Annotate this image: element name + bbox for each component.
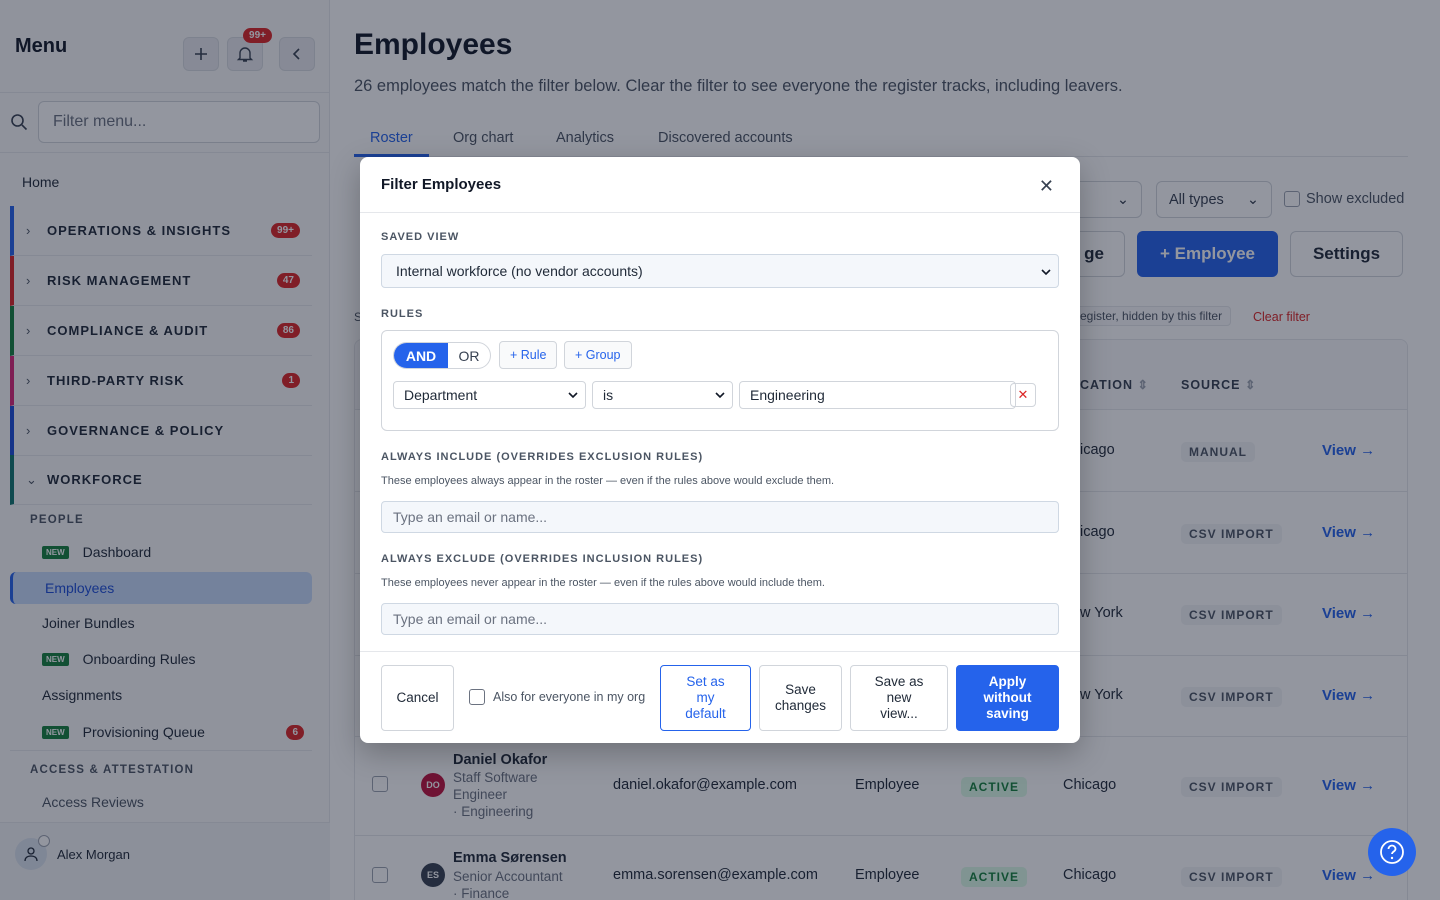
close-icon[interactable]: ✕ bbox=[1039, 177, 1054, 195]
filter-employees-dialog: Filter Employees ✕ SAVED VIEW Internal w… bbox=[360, 157, 1080, 743]
always-exclude-help: These employees never appear in the rost… bbox=[381, 577, 825, 589]
also-for-everyone-label: Also for everyone in my org bbox=[493, 690, 646, 704]
rule-operator-value: is bbox=[603, 387, 614, 403]
apply-without-saving-button[interactable]: Apply without saving bbox=[956, 665, 1059, 731]
cancel-button[interactable]: Cancel bbox=[381, 665, 454, 731]
also-for-everyone-checkbox[interactable] bbox=[469, 689, 485, 705]
saved-view-label: SAVED VIEW bbox=[381, 231, 460, 243]
rule-field-value: Department bbox=[404, 387, 478, 403]
and-option[interactable]: AND bbox=[394, 343, 448, 368]
button-label-line: Set as bbox=[686, 674, 725, 689]
button-label-line: view... bbox=[880, 706, 918, 721]
rules-group: AND OR + Rule + Group Department is Engi… bbox=[381, 330, 1059, 431]
save-as-new-view-button[interactable]: Save as new view... bbox=[850, 665, 948, 731]
button-label-line: Apply bbox=[988, 674, 1027, 689]
save-changes-button[interactable]: Save changes bbox=[759, 665, 842, 731]
chevron-down-icon bbox=[715, 392, 725, 399]
rule-field-select[interactable]: Department bbox=[393, 381, 586, 409]
help-icon bbox=[1380, 840, 1404, 864]
rule-value-input[interactable]: Engineering bbox=[739, 381, 1016, 409]
button-label-line: saving bbox=[986, 706, 1029, 721]
always-include-help: These employees always appear in the ros… bbox=[381, 475, 835, 487]
always-include-input[interactable] bbox=[381, 501, 1059, 533]
remove-rule-button[interactable]: ✕ bbox=[1010, 383, 1036, 407]
always-exclude-input[interactable] bbox=[381, 603, 1059, 635]
dialog-footer: Cancel Also for everyone in my org Set a… bbox=[360, 651, 1080, 743]
help-button[interactable] bbox=[1368, 828, 1416, 876]
saved-view-value: Internal workforce (no vendor accounts) bbox=[396, 263, 643, 279]
chevron-down-icon bbox=[1041, 269, 1051, 276]
button-label-line: Save as bbox=[874, 674, 924, 689]
rule-operator-select[interactable]: is bbox=[592, 381, 733, 409]
rules-label: RULES bbox=[381, 308, 424, 320]
button-label-line: without bbox=[983, 690, 1032, 705]
dialog-header: Filter Employees ✕ bbox=[360, 157, 1080, 213]
add-rule-button[interactable]: + Rule bbox=[499, 341, 558, 369]
rule-value-text: Engineering bbox=[750, 387, 825, 403]
add-group-button[interactable]: + Group bbox=[564, 341, 632, 369]
button-label-line: Save bbox=[785, 682, 816, 697]
and-or-toggle: AND OR bbox=[393, 342, 491, 369]
or-option[interactable]: OR bbox=[448, 343, 490, 368]
dialog-title: Filter Employees bbox=[381, 176, 502, 193]
button-label-line: default bbox=[685, 706, 726, 721]
chevron-down-icon bbox=[568, 392, 578, 399]
set-as-default-button[interactable]: Set as my default bbox=[660, 665, 751, 731]
saved-view-select[interactable]: Internal workforce (no vendor accounts) bbox=[381, 254, 1059, 288]
button-label-line: changes bbox=[774, 698, 827, 713]
button-label-line: new bbox=[886, 690, 912, 705]
always-include-label: ALWAYS INCLUDE (OVERRIDES EXCLUSION RULE… bbox=[381, 451, 704, 463]
always-exclude-label: ALWAYS EXCLUDE (OVERRIDES INCLUSION RULE… bbox=[381, 553, 704, 565]
button-label-line: my bbox=[696, 690, 715, 705]
